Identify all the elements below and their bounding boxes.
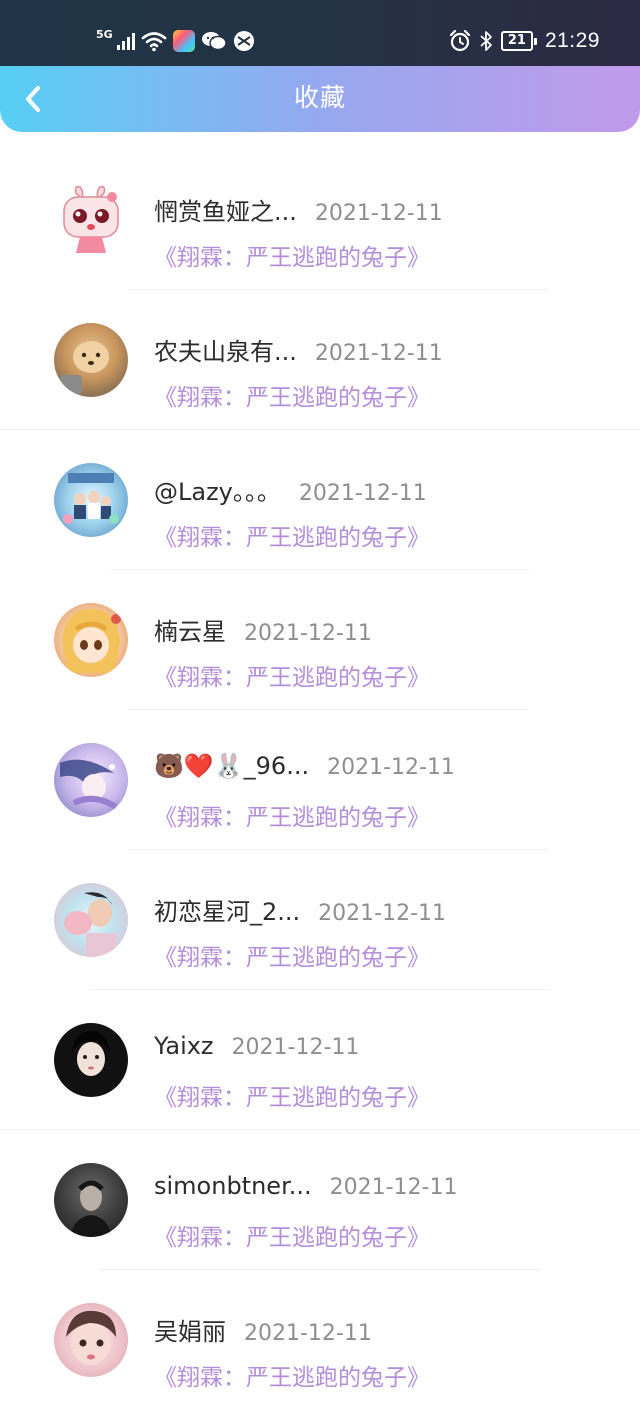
book-title-link[interactable]: 《翔霖：严王逃跑的兔子》: [154, 658, 430, 692]
item-header: Yaixz 2021-12-11: [154, 1032, 359, 1060]
avatar[interactable]: [54, 1023, 128, 1097]
date-label: 2021-12-11: [314, 341, 443, 366]
item-header: 🐻❤️🐰_96... 2021-12-11: [154, 752, 455, 780]
user-name[interactable]: Yaixz: [154, 1032, 214, 1060]
illustration-avatar: [60, 759, 118, 810]
avatar[interactable]: [54, 883, 128, 957]
wechat-icon: [201, 32, 227, 51]
book-title-link[interactable]: 《翔霖：严王逃跑的兔子》: [154, 1078, 430, 1112]
item-header: 楠云星 2021-12-11: [154, 612, 372, 647]
user-name[interactable]: 初恋星河_2...: [154, 892, 300, 927]
item-header: simonbtner... 2021-12-11: [154, 1172, 457, 1200]
user-name[interactable]: 楠云星: [154, 612, 226, 647]
selfie-avatar: [66, 1310, 116, 1365]
header-bar: 收藏: [0, 66, 640, 132]
item-header: 吴娟丽 2021-12-11: [154, 1312, 372, 1347]
list-item[interactable]: Yaixz 2021-12-11 《翔霖：严王逃跑的兔子》: [0, 990, 640, 1130]
page-title: 收藏: [293, 83, 346, 112]
book-title-link[interactable]: 《翔霖：严王逃跑的兔子》: [154, 378, 430, 412]
signal-icon: [116, 32, 135, 50]
group-photo-avatar: [63, 473, 119, 524]
item-header: @Lazy。。。 2021-12-11: [154, 472, 427, 507]
list-item[interactable]: 惘赏鱼娅之... 2021-12-11 《翔霖：严王逃跑的兔子》: [0, 150, 640, 290]
list-item[interactable]: @Lazy。。。 2021-12-11 《翔霖：严王逃跑的兔子》: [0, 430, 640, 570]
book-title-link[interactable]: 《翔霖：严王逃跑的兔子》: [154, 1358, 430, 1392]
alarm-icon: [449, 30, 471, 52]
avatar[interactable]: [54, 1163, 128, 1237]
user-name[interactable]: simonbtner...: [154, 1172, 312, 1200]
browser-icon: [233, 31, 254, 51]
list-item[interactable]: 吴娟丽 2021-12-11 《翔霖：严王逃跑的兔子》: [0, 1270, 640, 1410]
bluetooth-icon: [480, 31, 492, 51]
date-label: 2021-12-11: [327, 755, 455, 780]
user-name[interactable]: 农夫山泉有...: [154, 332, 297, 367]
list-item[interactable]: simonbtner... 2021-12-11 《翔霖：严王逃跑的兔子》: [0, 1130, 640, 1270]
date-label: 2021-12-11: [329, 1175, 458, 1200]
avatar[interactable]: [54, 183, 128, 257]
user-name[interactable]: 吴娟丽: [154, 1312, 226, 1347]
date-label: 2021-12-11: [244, 621, 372, 646]
battery-icon: 21: [500, 31, 537, 51]
battery-level: 21: [500, 31, 533, 51]
cartoon-bunny-avatar: [63, 185, 119, 253]
favorites-list: 惘赏鱼娅之... 2021-12-11 《翔霖：严王逃跑的兔子》 农夫山泉有..…: [0, 150, 640, 1410]
list-item[interactable]: 农夫山泉有... 2021-12-11 《翔霖：严王逃跑的兔子》: [0, 290, 640, 430]
avatar[interactable]: [54, 1303, 128, 1377]
list-item[interactable]: 初恋星河_2... 2021-12-11 《翔霖：严王逃跑的兔子》: [0, 850, 640, 990]
date-label: 2021-12-11: [318, 901, 447, 926]
item-header: 初恋星河_2... 2021-12-11: [154, 892, 446, 927]
network-type: 5G: [96, 27, 113, 41]
user-name[interactable]: @Lazy。。。: [154, 472, 281, 507]
avatar[interactable]: [54, 743, 128, 817]
avatar[interactable]: [54, 323, 128, 397]
pink-photo-avatar: [64, 892, 116, 957]
book-title-link[interactable]: 《翔霖：严王逃跑的兔子》: [154, 238, 430, 272]
item-header: 农夫山泉有... 2021-12-11: [154, 332, 443, 367]
avatar[interactable]: [54, 603, 128, 677]
list-item[interactable]: 🐻❤️🐰_96... 2021-12-11 《翔霖：严王逃跑的兔子》: [0, 710, 640, 850]
book-title-link[interactable]: 《翔霖：严王逃跑的兔子》: [154, 1218, 430, 1252]
date-label: 2021-12-11: [298, 481, 427, 506]
shiba-dog-avatar: [60, 341, 109, 395]
app-notification-icon: [172, 30, 195, 52]
book-title-link[interactable]: 《翔霖：严王逃跑的兔子》: [154, 518, 430, 552]
status-right-icons: 21 21:29: [449, 28, 600, 54]
list-item[interactable]: 楠云星 2021-12-11 《翔霖：严王逃跑的兔子》: [0, 570, 640, 710]
avatar[interactable]: [54, 463, 128, 537]
anime-girl-avatar: [62, 609, 121, 673]
item-header: 惘赏鱼娅之... 2021-12-11: [154, 192, 443, 227]
user-name[interactable]: 🐻❤️🐰_96...: [154, 752, 309, 780]
wifi-icon: [141, 32, 166, 52]
dark-portrait-avatar: [72, 1031, 110, 1076]
status-left-icons: 5G: [96, 28, 255, 54]
gray-portrait-avatar: [70, 1180, 112, 1237]
date-label: 2021-12-11: [244, 1321, 372, 1346]
book-title-link[interactable]: 《翔霖：严王逃跑的兔子》: [154, 798, 430, 832]
date-label: 2021-12-11: [314, 201, 443, 226]
book-title-link[interactable]: 《翔霖：严王逃跑的兔子》: [154, 938, 430, 972]
clock: 21:29: [544, 29, 600, 52]
user-name[interactable]: 惘赏鱼娅之...: [154, 192, 297, 227]
date-label: 2021-12-11: [231, 1035, 360, 1060]
